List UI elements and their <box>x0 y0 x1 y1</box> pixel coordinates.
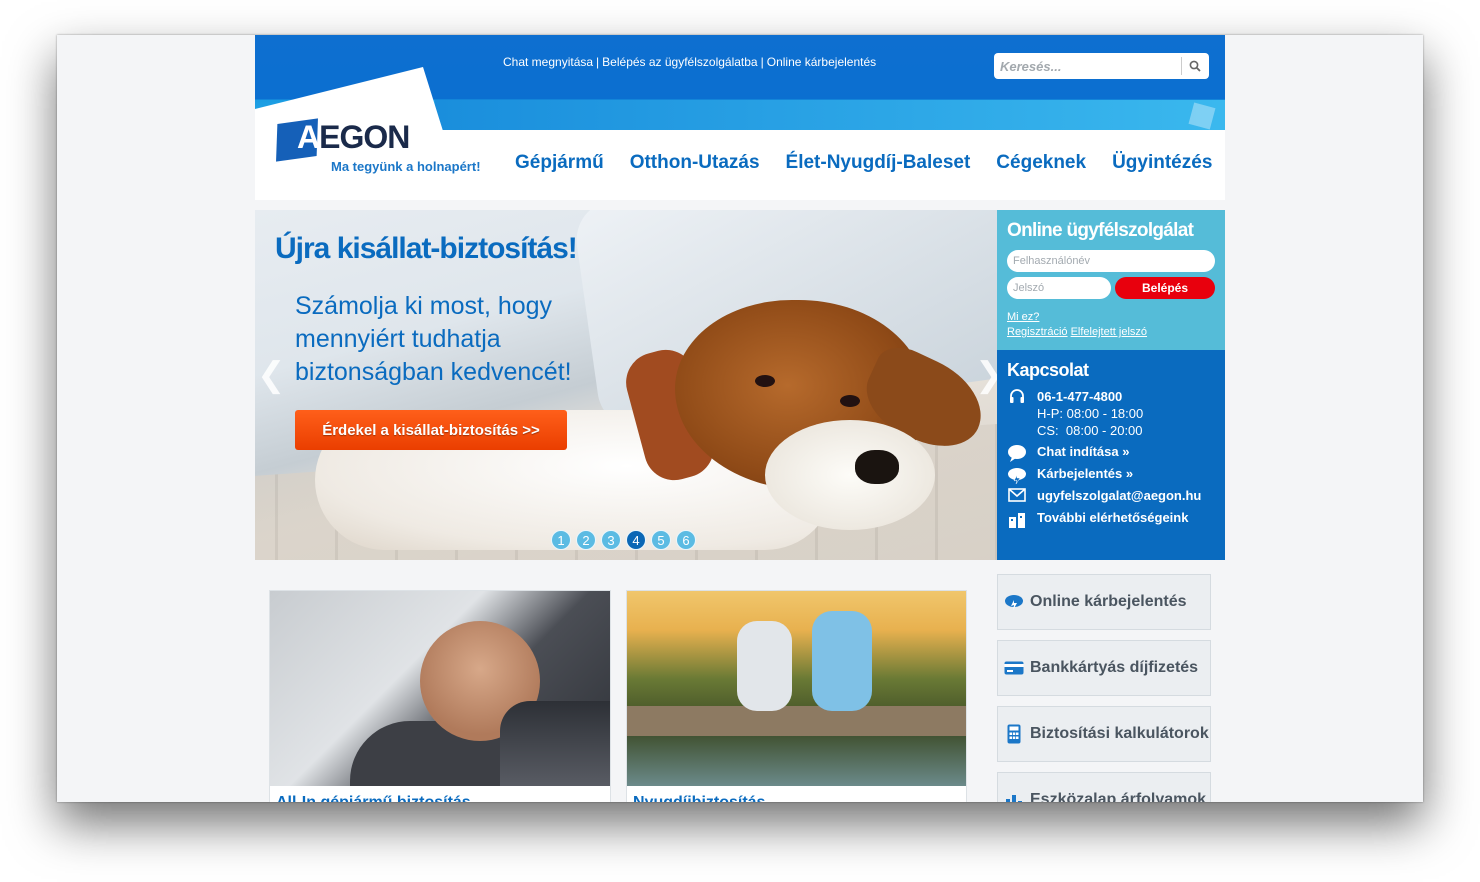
slide-dot-2[interactable]: 2 <box>576 530 596 550</box>
slider-pagination: 1 2 3 4 5 6 <box>551 530 696 550</box>
cloud-bolt-icon <box>1007 466 1027 484</box>
aegon-site: Chat megnyitása | Belépés az ügyfélszolgál… <box>255 35 1225 802</box>
promo-image-car-man <box>270 591 610 786</box>
aegon-logo[interactable]: AEGON Ma tegyünk a holnapért! <box>275 117 485 177</box>
slide-dot-5[interactable]: 5 <box>651 530 671 550</box>
contact-chat: Chat indítása » <box>1007 444 1129 462</box>
contact-title: Kapcsolat <box>1007 360 1089 380</box>
headset-icon <box>1007 388 1027 406</box>
slider-next-arrow-icon[interactable]: ❯ <box>975 355 997 395</box>
promo-card-title[interactable]: Nyugdíjbiztosítás <box>627 786 966 802</box>
promo-image-fishing-men <box>627 591 966 786</box>
browser-window: Chat megnyitása | Belépés az ügyfélszolgál… <box>57 35 1423 802</box>
credit-card-icon <box>1004 658 1024 678</box>
username-input[interactable] <box>1007 250 1215 272</box>
hours-weekdays: H-P: 08:00 - 18:00 <box>1037 406 1144 421</box>
slide-dot-6[interactable]: 6 <box>676 530 696 550</box>
contact-panel: Kapcsolat 06-1-477-4800 H-P: 08:00 - 18:… <box>997 350 1225 560</box>
hero-slider: Újra kisállat-biztosítás! Számolja ki mo… <box>255 210 997 560</box>
site-header: Chat megnyitása | Belépés az ügyfélszolgál… <box>255 35 1225 200</box>
main-nav: Gépjármű Otthon-Utazás Élet-Nyugdíj-Bale… <box>515 152 1212 174</box>
customer-service-login-link[interactable]: Belépés az ügyfélszolgálatba <box>602 55 757 69</box>
bar-chart-icon <box>1004 790 1024 802</box>
chat-bubble-icon <box>1007 444 1027 462</box>
search-icon <box>1189 60 1201 72</box>
contact-phone: 06-1-477-4800 H-P: 08:00 - 18:00 CS: 08:… <box>1007 388 1143 439</box>
claim-link[interactable]: Kárbejelentés » <box>1037 466 1133 481</box>
side-button-label: Eszközalap árfolyamok <box>1030 791 1207 802</box>
what-is-link[interactable]: Mi ez? <box>1007 311 1039 323</box>
more-contacts-link[interactable]: További elérhetőségeink <box>1037 510 1188 525</box>
nav-elet-nyugdij-baleset[interactable]: Élet-Nyugdíj-Baleset <box>786 152 971 174</box>
nav-ugyintezes[interactable]: Ügyintézés <box>1112 152 1212 174</box>
side-button-label: Bankkártyás díjfizetés <box>1030 659 1199 676</box>
search-button[interactable] <box>1184 56 1206 76</box>
slide-dot-4[interactable]: 4 <box>626 530 646 550</box>
side-button-label: Online kárbejelentés <box>1030 593 1187 610</box>
cloud-bolt-icon <box>1004 592 1024 612</box>
promo-card-pension[interactable]: Nyugdíjbiztosítás <box>626 590 967 802</box>
side-button-label: Biztosítási kalkulátorok <box>1030 725 1209 742</box>
slide-dot-3[interactable]: 3 <box>601 530 621 550</box>
online-claim-link[interactable]: Online kárbejelentés <box>767 55 876 69</box>
hours-thursday: CS: 08:00 - 20:00 <box>1037 423 1143 438</box>
calculators-button[interactable]: Biztosítási kalkulátorok <box>997 706 1211 762</box>
nav-gepjarmu[interactable]: Gépjármű <box>515 152 604 174</box>
online-claim-button[interactable]: Online kárbejelentés <box>997 574 1211 630</box>
logo-slogan: Ma tegyünk a holnapért! <box>331 159 481 174</box>
contact-more: További elérhetőségeink <box>1007 510 1188 528</box>
search-box <box>994 53 1209 79</box>
online-service-login: Online ügyfélszolgálat Belépés Mi ez? Re… <box>997 210 1225 350</box>
slider-prev-arrow-icon[interactable]: ❮ <box>257 355 286 395</box>
dog-photo <box>315 300 997 550</box>
card-payment-button[interactable]: Bankkártyás díjfizetés <box>997 640 1211 696</box>
logo-wordmark: AEGON <box>297 119 410 155</box>
hero-title: Újra kisállat-biztosítás! <box>275 232 578 265</box>
promo-card-vehicle[interactable]: All-In gépjármű biztosítás <box>269 590 611 802</box>
chat-start-link[interactable]: Chat indítása » <box>1037 444 1129 459</box>
slide-dot-1[interactable]: 1 <box>551 530 571 550</box>
nav-otthon-utazas[interactable]: Otthon-Utazás <box>630 152 760 174</box>
login-button[interactable]: Belépés <box>1115 277 1215 299</box>
nav-cegeknek[interactable]: Cégeknek <box>996 152 1086 174</box>
phone-number: 06-1-477-4800 <box>1037 389 1123 404</box>
contact-email: ugyfelszolgalat@aegon.hu <box>1007 488 1201 506</box>
contact-claim: Kárbejelentés » <box>1007 466 1133 484</box>
top-links: Chat megnyitása | Belépés az ügyfélszolgál… <box>503 55 877 69</box>
forgot-password-link[interactable]: Elfelejtett jelszó <box>1071 326 1147 338</box>
search-input[interactable] <box>1000 57 1176 75</box>
calculator-icon <box>1004 724 1024 744</box>
mail-icon <box>1007 488 1027 506</box>
password-input[interactable] <box>1007 277 1111 299</box>
chat-open-link[interactable]: Chat megnyitása <box>503 55 593 69</box>
hero-text: Számolja ki most, hogy mennyiért tudhatj… <box>295 292 572 386</box>
register-link[interactable]: Regisztráció <box>1007 326 1068 338</box>
login-title: Online ügyfélszolgálat <box>1007 220 1194 241</box>
buildings-icon <box>1007 510 1027 528</box>
promo-card-title[interactable]: All-In gépjármű biztosítás <box>270 786 610 802</box>
hero-cta-button[interactable]: Érdekel a kisállat-biztosítás >> <box>295 410 567 450</box>
fund-rates-button[interactable]: Eszközalap árfolyamok <box>997 772 1211 802</box>
email-link[interactable]: ugyfelszolgalat@aegon.hu <box>1037 488 1201 503</box>
